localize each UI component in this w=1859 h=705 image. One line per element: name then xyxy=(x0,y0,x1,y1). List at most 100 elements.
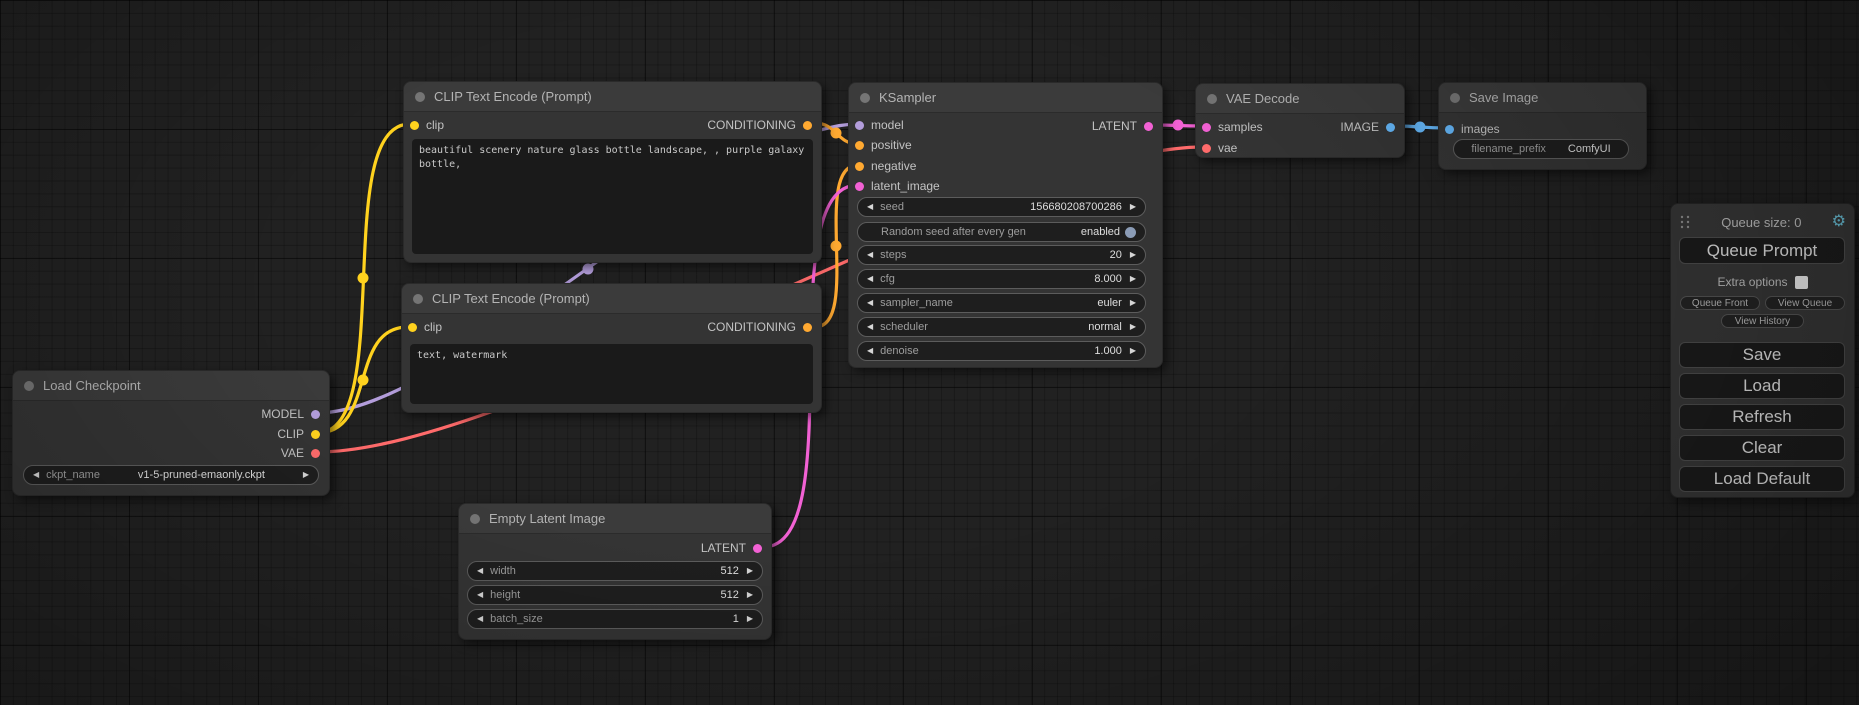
height-widget[interactable]: ◀ height 512 ▶ xyxy=(467,585,763,605)
gear-icon[interactable]: ⚙ xyxy=(1832,214,1846,230)
vae-slot-icon[interactable] xyxy=(311,449,320,458)
model-slot-icon[interactable] xyxy=(311,410,320,419)
collapse-dot-icon[interactable] xyxy=(413,294,423,304)
view-history-button[interactable]: View History xyxy=(1721,314,1804,328)
node-empty-latent-image[interactable]: Empty Latent Image LATENT ◀ width 512 ▶ … xyxy=(458,503,772,640)
latent-slot-icon[interactable] xyxy=(855,182,864,191)
input-model[interactable]: model xyxy=(855,115,904,135)
batch-size-widget[interactable]: ◀ batch_size 1 ▶ xyxy=(467,609,763,629)
decrement-arrow-icon[interactable]: ◀ xyxy=(867,323,873,331)
image-slot-icon[interactable] xyxy=(1445,125,1454,134)
output-latent[interactable]: LATENT xyxy=(701,538,762,558)
input-negative[interactable]: negative xyxy=(855,156,916,176)
output-image[interactable]: IMAGE xyxy=(1340,117,1395,137)
width-widget[interactable]: ◀ width 512 ▶ xyxy=(467,561,763,581)
node-titlebar[interactable]: Save Image xyxy=(1439,83,1646,113)
load-button[interactable]: Load xyxy=(1679,373,1845,399)
collapse-dot-icon[interactable] xyxy=(1207,94,1217,104)
input-clip[interactable]: clip xyxy=(408,317,442,337)
collapse-dot-icon[interactable] xyxy=(24,381,34,391)
steps-widget[interactable]: ◀ steps 20 ▶ xyxy=(857,245,1146,265)
increment-arrow-icon[interactable]: ▶ xyxy=(1130,251,1136,259)
increment-arrow-icon[interactable]: ▶ xyxy=(1130,299,1136,307)
clear-button[interactable]: Clear xyxy=(1679,435,1845,461)
decrement-arrow-icon[interactable]: ◀ xyxy=(477,591,483,599)
collapse-dot-icon[interactable] xyxy=(470,514,480,524)
conditioning-slot-icon[interactable] xyxy=(803,121,812,130)
collapse-dot-icon[interactable] xyxy=(415,92,425,102)
node-clip-text-encode-positive[interactable]: CLIP Text Encode (Prompt) clip CONDITION… xyxy=(403,81,822,263)
save-button[interactable]: Save xyxy=(1679,342,1845,368)
image-slot-icon[interactable] xyxy=(1386,123,1395,132)
decrement-arrow-icon[interactable]: ◀ xyxy=(867,275,873,283)
collapse-dot-icon[interactable] xyxy=(1450,93,1460,103)
node-titlebar[interactable]: KSampler xyxy=(849,83,1162,113)
clip-slot-icon[interactable] xyxy=(408,323,417,332)
increment-arrow-icon[interactable]: ▶ xyxy=(1130,347,1136,355)
collapse-dot-icon[interactable] xyxy=(860,93,870,103)
decrement-arrow-icon[interactable]: ◀ xyxy=(477,567,483,575)
decrement-arrow-icon[interactable]: ◀ xyxy=(477,615,483,623)
output-vae[interactable]: VAE xyxy=(281,443,320,463)
increment-arrow-icon[interactable]: ▶ xyxy=(747,591,753,599)
output-clip[interactable]: CLIP xyxy=(277,424,320,444)
vae-slot-icon[interactable] xyxy=(1202,144,1211,153)
node-titlebar[interactable]: Load Checkpoint xyxy=(13,371,329,401)
increment-arrow-icon[interactable]: ▶ xyxy=(303,471,309,479)
random-seed-toggle-widget[interactable]: Random seed after every gen enabled xyxy=(857,222,1146,242)
latent-slot-icon[interactable] xyxy=(1144,122,1153,131)
decrement-arrow-icon[interactable]: ◀ xyxy=(33,471,39,479)
node-titlebar[interactable]: CLIP Text Encode (Prompt) xyxy=(404,82,821,112)
input-latent-image[interactable]: latent_image xyxy=(855,176,940,196)
increment-arrow-icon[interactable]: ▶ xyxy=(747,615,753,623)
prompt-textarea[interactable]: beautiful scenery nature glass bottle la… xyxy=(412,139,813,254)
node-titlebar[interactable]: Empty Latent Image xyxy=(459,504,771,534)
increment-arrow-icon[interactable]: ▶ xyxy=(1130,323,1136,331)
conditioning-slot-icon[interactable] xyxy=(803,323,812,332)
node-ksampler[interactable]: KSampler model positive negative latent_… xyxy=(848,82,1163,368)
output-conditioning[interactable]: CONDITIONING xyxy=(707,317,812,337)
node-canvas[interactable]: Load Checkpoint MODEL CLIP VAE ◀ ckpt_na… xyxy=(0,0,1859,705)
view-queue-button[interactable]: View Queue xyxy=(1765,296,1845,310)
model-slot-icon[interactable] xyxy=(855,121,864,130)
load-default-button[interactable]: Load Default xyxy=(1679,466,1845,492)
queue-panel[interactable]: Queue size: 0 ⚙ Queue Prompt Extra optio… xyxy=(1670,203,1855,498)
input-positive[interactable]: positive xyxy=(855,135,912,155)
decrement-arrow-icon[interactable]: ◀ xyxy=(867,299,873,307)
node-save-image[interactable]: Save Image images filename_prefix ComfyU… xyxy=(1438,82,1647,170)
node-load-checkpoint[interactable]: Load Checkpoint MODEL CLIP VAE ◀ ckpt_na… xyxy=(12,370,330,496)
queue-front-button[interactable]: Queue Front xyxy=(1680,296,1760,310)
cfg-widget[interactable]: ◀ cfg 8.000 ▶ xyxy=(857,269,1146,289)
extra-options-checkbox[interactable] xyxy=(1795,276,1808,289)
latent-slot-icon[interactable] xyxy=(753,544,762,553)
decrement-arrow-icon[interactable]: ◀ xyxy=(867,203,873,211)
increment-arrow-icon[interactable]: ▶ xyxy=(1130,203,1136,211)
prompt-textarea[interactable]: text, watermark xyxy=(410,344,813,404)
conditioning-slot-icon[interactable] xyxy=(855,141,864,150)
increment-arrow-icon[interactable]: ▶ xyxy=(747,567,753,575)
output-model[interactable]: MODEL xyxy=(261,404,320,424)
decrement-arrow-icon[interactable]: ◀ xyxy=(867,347,873,355)
queue-prompt-button[interactable]: Queue Prompt xyxy=(1679,237,1845,264)
node-clip-text-encode-negative[interactable]: CLIP Text Encode (Prompt) clip CONDITION… xyxy=(401,283,822,413)
increment-arrow-icon[interactable]: ▶ xyxy=(1130,275,1136,283)
node-titlebar[interactable]: VAE Decode xyxy=(1196,84,1404,114)
sampler-name-widget[interactable]: ◀ sampler_name euler ▶ xyxy=(857,293,1146,313)
decrement-arrow-icon[interactable]: ◀ xyxy=(867,251,873,259)
output-conditioning[interactable]: CONDITIONING xyxy=(707,115,812,135)
input-clip[interactable]: clip xyxy=(410,115,444,135)
ckpt-name-widget[interactable]: ◀ ckpt_name v1-5-pruned-emaonly.ckpt ▶ xyxy=(23,465,319,485)
input-samples[interactable]: samples xyxy=(1202,117,1263,137)
denoise-widget[interactable]: ◀ denoise 1.000 ▶ xyxy=(857,341,1146,361)
conditioning-slot-icon[interactable] xyxy=(855,162,864,171)
drag-handle-icon[interactable] xyxy=(1679,214,1691,230)
node-vae-decode[interactable]: VAE Decode samples vae IMAGE xyxy=(1195,83,1405,158)
filename-prefix-widget[interactable]: filename_prefix ComfyUI xyxy=(1453,139,1629,159)
refresh-button[interactable]: Refresh xyxy=(1679,404,1845,430)
toggle-dot-icon[interactable] xyxy=(1125,227,1136,238)
clip-slot-icon[interactable] xyxy=(410,121,419,130)
clip-slot-icon[interactable] xyxy=(311,430,320,439)
scheduler-widget[interactable]: ◀ scheduler normal ▶ xyxy=(857,317,1146,337)
input-vae[interactable]: vae xyxy=(1202,138,1237,158)
input-images[interactable]: images xyxy=(1445,119,1500,139)
